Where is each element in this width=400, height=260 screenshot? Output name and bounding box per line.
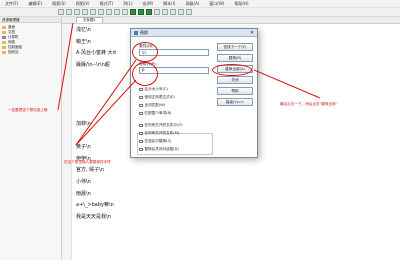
explorer-tree: 桌面 文档 计算机 网络 控制面板 回收站	[0, 23, 61, 57]
copy-icon[interactable]	[98, 9, 104, 15]
dialog-title-bar[interactable]: 替换 ✕	[131, 29, 257, 37]
editor-line: 雨晨\n	[76, 190, 91, 197]
column-icon[interactable]	[170, 9, 176, 15]
option-in-selection[interactable]: 在选区中替换(S)	[139, 139, 171, 144]
close-button[interactable]: 关闭	[217, 76, 253, 84]
option-label: 在所有打开的文件中(O)	[144, 123, 183, 127]
menu-window[interactable]: 窗口(W)	[204, 1, 229, 7]
cut-icon[interactable]	[90, 9, 96, 15]
option-close-after[interactable]: 替换后关闭对话框(D)	[139, 147, 179, 152]
folder-icon	[2, 41, 6, 44]
option-label: 替换后关闭对话框(D)	[144, 147, 179, 151]
save-icon[interactable]	[74, 9, 80, 15]
menu-help[interactable]: 帮助(H)	[229, 1, 253, 7]
checkbox[interactable]	[139, 131, 143, 136]
option-whole-word[interactable]: 全词匹配(W)	[139, 103, 165, 108]
editor-line: a+\_>baby嘛\n	[76, 202, 114, 209]
help-button[interactable]: 帮助	[217, 87, 253, 95]
option-label: 在所有打开的文件(M)	[144, 131, 180, 135]
checkbox[interactable]	[139, 111, 143, 116]
option-label: 使用正则表达式(E)	[144, 95, 175, 99]
open-file-icon[interactable]	[66, 9, 72, 15]
editor-line: 我是天天是我\n	[76, 214, 111, 220]
option-label: 区分大小写(C)	[144, 87, 168, 91]
annotation-oval-find	[132, 42, 158, 62]
checkbox[interactable]	[139, 147, 143, 152]
tree-item-label: 回收站	[8, 50, 19, 54]
annotation-left: 一定要把这个框勾选上哦	[8, 108, 48, 112]
option-match-word[interactable]: 匹配整个单词(B)	[139, 111, 171, 116]
find-next-button[interactable]: 查找下一个(F)	[217, 43, 253, 51]
folder-icon	[2, 51, 6, 54]
option-open-files[interactable]: 在所有打开的文件(M)	[139, 131, 179, 136]
checkbox[interactable]	[139, 95, 143, 100]
dialog-title: 替换	[140, 29, 148, 35]
option-regex[interactable]: 使用正则表达式(E)	[139, 95, 175, 100]
menu-script[interactable]: 脚本(I)	[158, 1, 180, 7]
toolbar	[0, 8, 400, 17]
hex-icon[interactable]	[162, 9, 168, 15]
menu-bar: 文件(F) 编辑(E) 搜索(S) 视图(V) 格式(T) 列(L) 宏(M) …	[0, 0, 400, 8]
replace-icon	[134, 30, 138, 35]
paste-icon[interactable]	[106, 9, 112, 15]
tab-bar: 无标题1	[62, 17, 400, 24]
folder-icon	[2, 31, 6, 34]
checkbox[interactable]	[139, 139, 143, 144]
menu-column[interactable]: 列(L)	[118, 1, 137, 7]
redo-icon[interactable]	[122, 9, 128, 15]
tab-untitled[interactable]: 无标题1	[76, 17, 103, 23]
option-match-case[interactable]: 区分大小写(C)	[139, 87, 168, 92]
option-label: 在选区中替换(S)	[144, 139, 172, 143]
replace-button[interactable]: 替换(R)	[217, 54, 253, 62]
folder-icon	[2, 46, 6, 49]
annotation-center: 在这个框里输入要替换的字符	[64, 160, 111, 164]
menu-macro[interactable]: 宏(M)	[138, 1, 159, 7]
menu-view[interactable]: 视图(V)	[71, 1, 95, 7]
tree-item-recycle-bin[interactable]: 回收站	[2, 50, 59, 55]
checkbox[interactable]	[139, 87, 143, 92]
settings-icon[interactable]	[186, 9, 192, 15]
checkbox[interactable]	[139, 103, 143, 108]
menu-search[interactable]: 搜索(S)	[47, 1, 71, 7]
option-label: 全词匹配(W)	[144, 103, 166, 107]
checkbox[interactable]	[139, 123, 143, 128]
advanced-button[interactable]: 高级(V)>>	[217, 98, 253, 106]
annotation-oval-replace-all	[212, 64, 252, 76]
goto-icon[interactable]	[146, 9, 152, 15]
file-explorer: 资源管理器 桌面 文档 计算机 网络 控制面板 回收站	[0, 17, 62, 260]
menu-edit[interactable]: 编辑(E)	[23, 1, 47, 7]
folder-icon	[2, 26, 6, 29]
option-all-open-files[interactable]: 在所有打开的文件中(O)	[139, 123, 182, 128]
replace-icon[interactable]	[138, 9, 144, 15]
macro-icon[interactable]	[178, 9, 184, 15]
drive-icon	[2, 36, 6, 39]
menu-file[interactable]: 文件(F)	[0, 1, 23, 7]
menu-format[interactable]: 格式(T)	[95, 1, 119, 7]
find-icon[interactable]	[130, 9, 136, 15]
undo-icon[interactable]	[114, 9, 120, 15]
wrap-icon[interactable]	[154, 9, 160, 15]
editor-line: 官方, 殿子\n	[76, 167, 105, 174]
new-file-icon[interactable]	[58, 9, 64, 15]
print-icon[interactable]	[82, 9, 88, 15]
annotation-right: 最后点击一下，然后点击"替换全部"	[280, 102, 338, 106]
editor-line: 小伟\n	[76, 178, 91, 185]
option-label: 匹配整个单词(B)	[144, 111, 172, 115]
annotation-oval-replace	[132, 62, 158, 86]
line-gutter	[62, 24, 72, 260]
close-icon[interactable]: ✕	[250, 30, 254, 36]
menu-advanced[interactable]: 高级(A)	[180, 1, 204, 7]
